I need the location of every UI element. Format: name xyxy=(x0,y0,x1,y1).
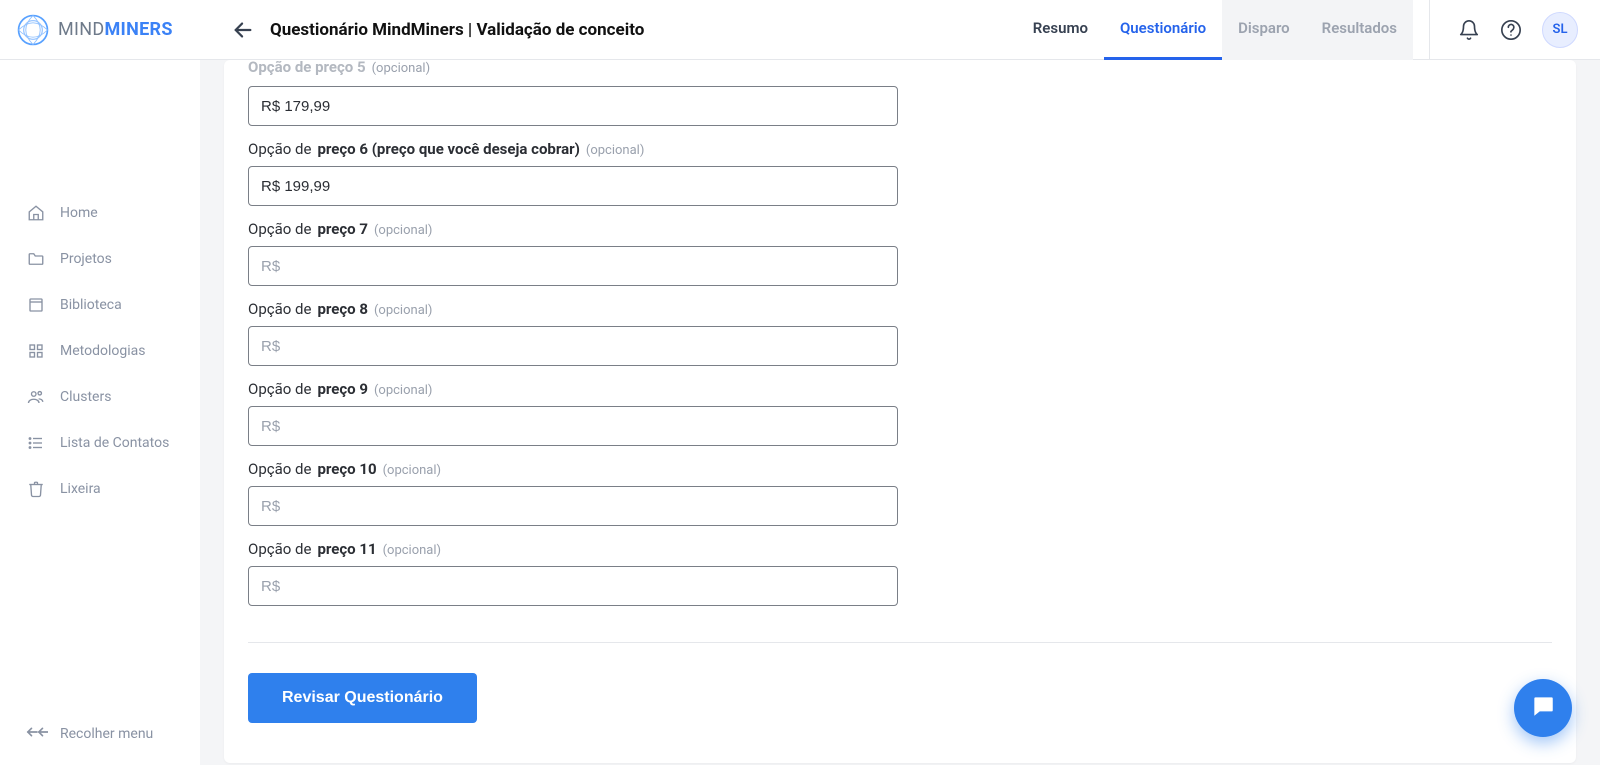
label-optional: (opcional) xyxy=(383,543,441,558)
users-icon xyxy=(26,388,46,406)
price-option-8-label: Opção de preço 8 (opcional) xyxy=(248,300,1552,318)
price-option-7-label: Opção de preço 7 (opcional) xyxy=(248,220,1552,238)
label-optional: (opcional) xyxy=(374,303,432,318)
sidebar-item-label: Projetos xyxy=(60,251,112,267)
chat-fab[interactable] xyxy=(1514,679,1572,737)
tab-disparo: Disparo xyxy=(1222,0,1306,60)
label-prefix: Opção de xyxy=(248,300,311,318)
trash-icon xyxy=(26,480,46,498)
label-bold: preço 9 xyxy=(317,380,368,398)
label-bold: preço 6 (preço que você deseja cobrar) xyxy=(317,140,579,158)
header-utilities: SL xyxy=(1429,0,1600,60)
sidebar-item-lixeira[interactable]: Lixeira xyxy=(0,466,200,512)
label-bold: preço 10 xyxy=(317,460,376,478)
sidebar-item-contatos[interactable]: Lista de Contatos xyxy=(0,420,200,466)
label-optional: (opcional) xyxy=(383,463,441,478)
label-bold: Opção de preço 5 xyxy=(248,60,366,76)
price-option-8-input[interactable] xyxy=(248,326,898,366)
brand-mark-icon xyxy=(16,13,50,47)
label-prefix: Opção de xyxy=(248,460,311,478)
sidebar-item-label: Lixeira xyxy=(60,481,101,497)
label-bold: preço 11 xyxy=(317,540,376,558)
label-prefix: Opção de xyxy=(248,220,311,238)
app-header: MINDMINERS Questionário MindMiners | Val… xyxy=(0,0,1600,60)
price-option-9-group: Opção de preço 9 (opcional) xyxy=(248,380,1552,446)
label-optional: (opcional) xyxy=(374,383,432,398)
price-option-7-group: Opção de preço 7 (opcional) xyxy=(248,220,1552,286)
user-avatar[interactable]: SL xyxy=(1542,12,1578,48)
label-bold: preço 8 xyxy=(317,300,368,318)
price-option-5-label: Opção de preço 5 (opcional) xyxy=(248,60,1552,76)
label-optional: (opcional) xyxy=(374,223,432,238)
price-option-11-group: Opção de preço 11 (opcional) xyxy=(248,540,1552,606)
header-tabs: Resumo Questionário Disparo Resultados xyxy=(1017,0,1413,60)
price-option-6-group: Opção de preço 6 (preço que você deseja … xyxy=(248,140,1552,206)
sidebar: Home Projetos Biblioteca Metodologias Cl… xyxy=(0,60,200,765)
form-divider xyxy=(248,642,1552,643)
tab-questionario[interactable]: Questionário xyxy=(1104,0,1222,60)
questionnaire-card: Opção de preço 5 (opcional) Opção de pre… xyxy=(224,60,1576,763)
book-icon xyxy=(26,296,46,314)
price-option-6-label: Opção de preço 6 (preço que você deseja … xyxy=(248,140,1552,158)
notifications-icon[interactable] xyxy=(1458,19,1480,41)
price-option-11-label: Opção de preço 11 (opcional) xyxy=(248,540,1552,558)
collapse-icon xyxy=(26,725,48,743)
label-prefix: Opção de xyxy=(248,140,311,158)
sidebar-item-label: Home xyxy=(60,205,98,221)
price-option-9-label: Opção de preço 9 (opcional) xyxy=(248,380,1552,398)
price-option-6-input[interactable] xyxy=(248,166,898,206)
sidebar-item-label: Clusters xyxy=(60,389,111,405)
price-option-10-label: Opção de preço 10 (opcional) xyxy=(248,460,1552,478)
price-option-11-input[interactable] xyxy=(248,566,898,606)
sidebar-item-projetos[interactable]: Projetos xyxy=(0,236,200,282)
brand-name-part2: MINERS xyxy=(104,19,172,40)
page-title: Questionário MindMiners | Validação de c… xyxy=(270,20,644,40)
grid-icon xyxy=(26,342,46,360)
help-icon[interactable] xyxy=(1500,19,1522,41)
price-option-9-input[interactable] xyxy=(248,406,898,446)
sidebar-item-home[interactable]: Home xyxy=(0,190,200,236)
brand-logo[interactable]: MINDMINERS xyxy=(0,13,200,47)
label-optional: (opcional) xyxy=(372,61,430,76)
label-prefix: Opção de xyxy=(248,540,311,558)
review-questionnaire-button[interactable]: Revisar Questionário xyxy=(248,673,477,723)
back-arrow-icon[interactable] xyxy=(232,19,254,41)
sidebar-item-label: Metodologias xyxy=(60,343,145,359)
folder-icon xyxy=(26,250,46,268)
home-icon xyxy=(26,204,46,222)
label-prefix: Opção de xyxy=(248,380,311,398)
tab-resultados: Resultados xyxy=(1306,0,1413,60)
sidebar-item-metodologias[interactable]: Metodologias xyxy=(0,328,200,374)
sidebar-item-label: Biblioteca xyxy=(60,297,122,313)
chat-icon xyxy=(1530,693,1556,723)
sidebar-item-clusters[interactable]: Clusters xyxy=(0,374,200,420)
header-title-area: Questionário MindMiners | Validação de c… xyxy=(200,19,644,41)
list-icon xyxy=(26,434,46,452)
label-bold: preço 7 xyxy=(317,220,368,238)
brand-name-part1: MIND xyxy=(58,19,104,40)
brand-name: MINDMINERS xyxy=(58,19,173,40)
price-option-5-input[interactable] xyxy=(248,86,898,126)
label-optional: (opcional) xyxy=(586,143,644,158)
tab-resumo[interactable]: Resumo xyxy=(1017,0,1104,60)
sidebar-collapse-label: Recolher menu xyxy=(60,726,153,742)
sidebar-item-biblioteca[interactable]: Biblioteca xyxy=(0,282,200,328)
price-option-8-group: Opção de preço 8 (opcional) xyxy=(248,300,1552,366)
price-option-7-input[interactable] xyxy=(248,246,898,286)
sidebar-collapse[interactable]: Recolher menu xyxy=(0,707,200,765)
price-option-10-input[interactable] xyxy=(248,486,898,526)
price-option-5-group: Opção de preço 5 (opcional) xyxy=(248,60,1552,126)
price-option-10-group: Opção de preço 10 (opcional) xyxy=(248,460,1552,526)
sidebar-item-label: Lista de Contatos xyxy=(60,435,169,451)
main-content: Opção de preço 5 (opcional) Opção de pre… xyxy=(200,60,1600,765)
